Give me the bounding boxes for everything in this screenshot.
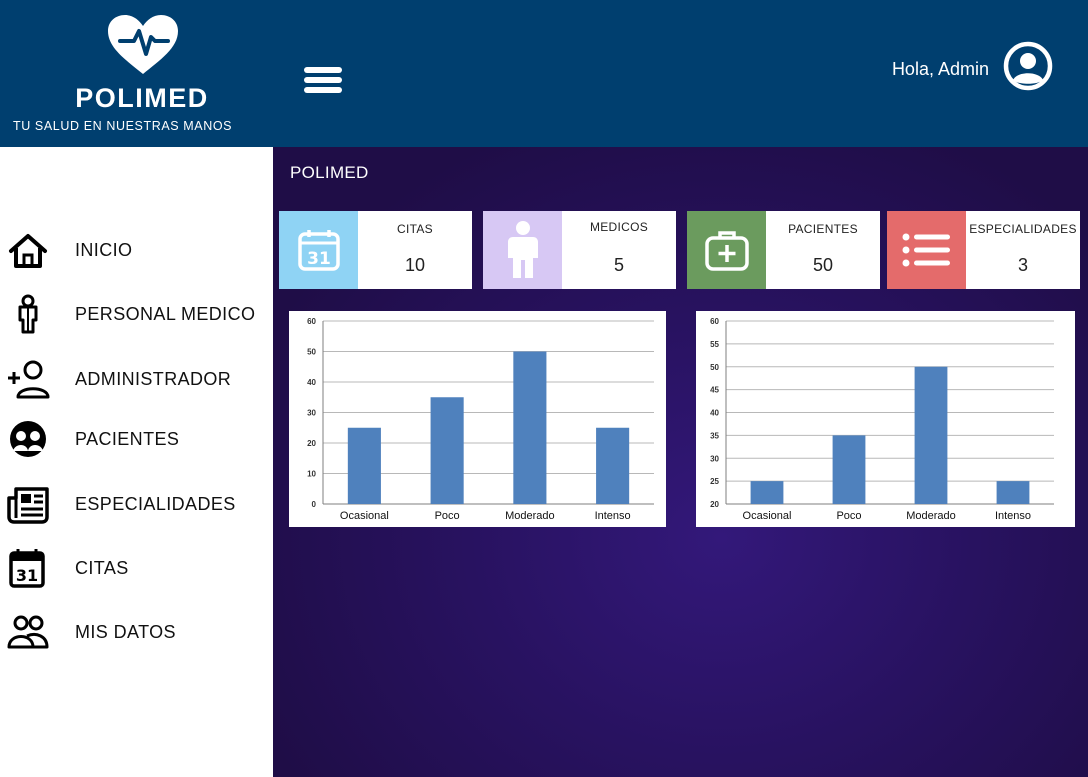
card-icon-box [687,211,766,289]
card-value: 50 [812,255,834,275]
first-aid-kit-icon [704,231,749,271]
y-tick-label: 20 [710,500,719,509]
chart-bar [996,481,1030,504]
bar-chart-2: 20 25 30 35 40 45 50 55 60 Ocasional Poco Moderado I… [696,311,1075,527]
card-value: 5 [613,255,624,275]
hamburger-icon[interactable] [302,62,344,98]
bar-chart-1: 0 10 20 30 40 50 60 Ocasional Poco Moderado Intens… [289,311,666,527]
sidebar-item-label: INICIO [75,240,133,260]
y-tick-label: 0 [312,500,317,509]
x-tick-label: Intenso [995,510,1031,522]
chart-bar [750,481,784,504]
list-icon [902,233,950,267]
svg-text:31: 31 [307,249,331,269]
y-tick-label: 10 [307,470,316,479]
chart-bar [347,427,381,504]
y-tick-label: 45 [710,386,719,395]
x-tick-label: Poco [435,510,460,522]
sidebar-item-pacientes[interactable]: PACIENTES [0,412,273,466]
sidebar-item-mis-datos[interactable]: MIS DATOS [0,605,273,659]
y-tick-label: 40 [307,378,316,387]
brand-tagline: TU SALUD EN NUESTRAS MANOS [13,119,233,133]
stat-card-medicos[interactable]: MEDICOS 5 [483,211,676,289]
chart-bar [513,351,547,504]
add-user-icon [8,360,50,399]
card-label: CITAS [397,222,433,236]
main-content: POLIMED 31 CITAS 10 MEDICOS 5 PACIENTES … [273,147,1088,777]
x-tick-label: Ocasional [743,510,792,522]
y-tick-label: 55 [710,340,719,349]
sidebar-item-inicio[interactable]: INICIO [0,223,273,277]
sidebar-item-administrador[interactable]: ADMINISTRADOR [0,352,273,406]
chart-bar [832,435,866,504]
y-tick-label: 35 [710,431,719,440]
user-greeting: Hola, Admin [891,59,989,79]
sidebar-item-label: PACIENTES [75,429,180,449]
sidebar-item-label: CITAS [75,558,129,578]
users-icon [7,615,49,649]
y-tick-label: 50 [710,363,719,372]
card-icon-box [887,211,966,289]
chart-bar [914,366,948,504]
newspaper-icon [7,487,49,524]
calendar-icon: 31 [297,230,340,271]
chart-bar [430,397,464,504]
sidebar-item-label: MIS DATOS [75,622,176,642]
x-tick-label: Ocasional [340,510,389,522]
card-value: 3 [1017,255,1028,275]
heart-pulse-icon [108,15,178,74]
y-tick-label: 40 [710,409,719,418]
card-icon-box [483,211,562,289]
brand-logo[interactable]: POLIMED TU SALUD EN NUESTRAS MANOS [0,0,273,147]
doctor-icon [18,294,38,334]
home-icon [9,234,47,268]
stat-card-citas[interactable]: 31 CITAS 10 [279,211,472,289]
patients-icon [10,421,46,457]
y-tick-label: 60 [710,317,719,326]
user-circle-icon[interactable] [1002,40,1054,92]
page-title: POLIMED [290,163,369,182]
card-value: 10 [404,255,426,275]
brand-name: POLIMED [75,83,209,113]
sidebar-item-personal-medico[interactable]: PERSONAL MEDICO [0,287,273,341]
sidebar-item-label: ADMINISTRADOR [75,369,232,389]
sidebar-item-especialidades[interactable]: ESPECIALIDADES [0,477,273,531]
y-tick-label: 50 [307,348,316,357]
y-tick-label: 30 [307,409,316,418]
stat-card-pacientes[interactable]: PACIENTES 50 [687,211,880,289]
stat-card-especialidades[interactable]: ESPECIALIDADES 3 [887,211,1080,289]
sidebar-item-label: ESPECIALIDADES [75,494,236,514]
card-icon-box: 31 [279,211,358,289]
svg-text:31: 31 [16,566,38,585]
y-tick-label: 30 [710,454,719,463]
x-tick-label: Moderado [906,510,956,522]
card-label: PACIENTES [788,222,858,236]
y-tick-label: 20 [307,439,316,448]
x-tick-label: Poco [836,510,861,522]
card-label: MEDICOS [589,220,649,234]
card-label: ESPECIALIDADES [969,222,1077,236]
chart-bar [596,427,630,504]
top-bar: POLIMED TU SALUD EN NUESTRAS MANOS Hola,… [0,0,1088,147]
y-tick-label: 60 [307,317,316,326]
x-tick-label: Moderado [505,510,555,522]
sidebar-item-citas[interactable]: 31 CITAS [0,541,273,595]
y-tick-label: 25 [710,477,719,486]
x-tick-label: Intenso [595,510,631,522]
sidebar-item-label: PERSONAL MEDICO [75,304,256,324]
sidebar: INICIO PERSONAL MEDICO ADMINISTRADOR PAC… [0,147,273,777]
calendar-icon: 31 [9,549,45,588]
person-icon [507,221,538,278]
